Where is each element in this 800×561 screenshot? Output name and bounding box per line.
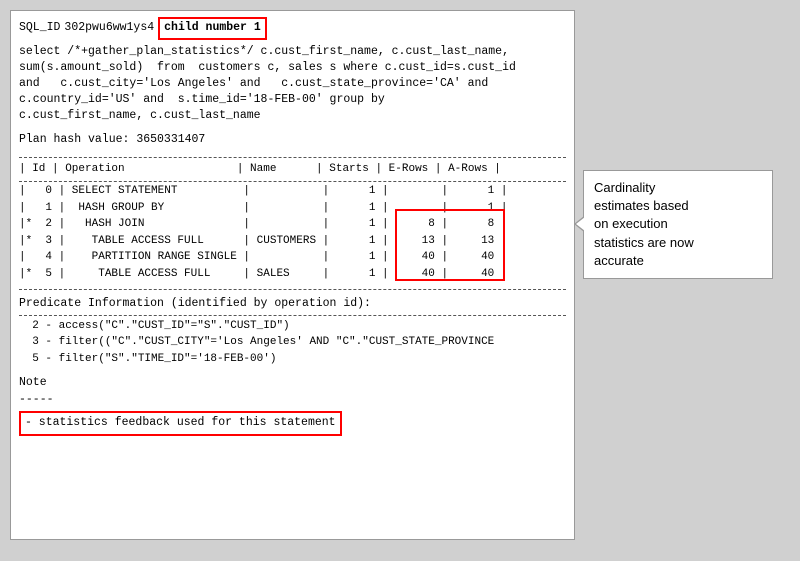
- sql-query: select /*+gather_plan_statistics*/ c.cus…: [19, 44, 566, 124]
- callout-line4: statistics are now: [594, 235, 694, 250]
- sql-id-label: SQL_ID: [19, 20, 60, 37]
- note-separator: -----: [19, 392, 566, 409]
- callout-line3: on execution: [594, 216, 668, 231]
- separator-4: [19, 315, 566, 316]
- main-panel: SQL_ID 302pwu6ww1ys4 child number 1 sele…: [10, 10, 575, 540]
- separator-2: [19, 181, 566, 182]
- child-number-box: child number 1: [158, 17, 267, 40]
- separator-3: [19, 289, 566, 290]
- separator-1: [19, 157, 566, 158]
- predicate-section: Predicate Information (identified by ope…: [19, 296, 566, 367]
- callout-line5: accurate: [594, 253, 644, 268]
- page-container: SQL_ID 302pwu6ww1ys4 child number 1 sele…: [0, 0, 800, 561]
- callout-box: Cardinality estimates based on execution…: [583, 170, 773, 279]
- sql-id-value: 302pwu6ww1ys4: [64, 20, 154, 37]
- callout-container: Cardinality estimates based on execution…: [583, 170, 783, 279]
- plan-rows: | 0 | SELECT STATEMENT | | 1 | | 1 | | 1…: [19, 183, 507, 282]
- callout-text: Cardinality estimates based on execution…: [594, 180, 694, 268]
- plan-table-header: | Id | Operation | Name | Starts | E-Row…: [19, 161, 566, 178]
- callout-line1: Cardinality: [594, 180, 655, 195]
- predicate-title: Predicate Information (identified by ope…: [19, 296, 566, 313]
- predicate-lines: 2 - access("C"."CUST_ID"="S"."CUST_ID") …: [19, 318, 566, 368]
- plan-hash: Plan hash value: 3650331407: [19, 132, 566, 149]
- sql-id-line: SQL_ID 302pwu6ww1ys4 child number 1: [19, 17, 566, 40]
- plan-rows-wrapper: | 0 | SELECT STATEMENT | | 1 | | 1 | | 1…: [19, 183, 507, 286]
- note-footer-box: - statistics feedback used for this stat…: [19, 411, 342, 436]
- note-section: Note ----- - statistics feedback used fo…: [19, 375, 566, 435]
- note-title: Note: [19, 375, 566, 392]
- callout-line2: estimates based: [594, 198, 689, 213]
